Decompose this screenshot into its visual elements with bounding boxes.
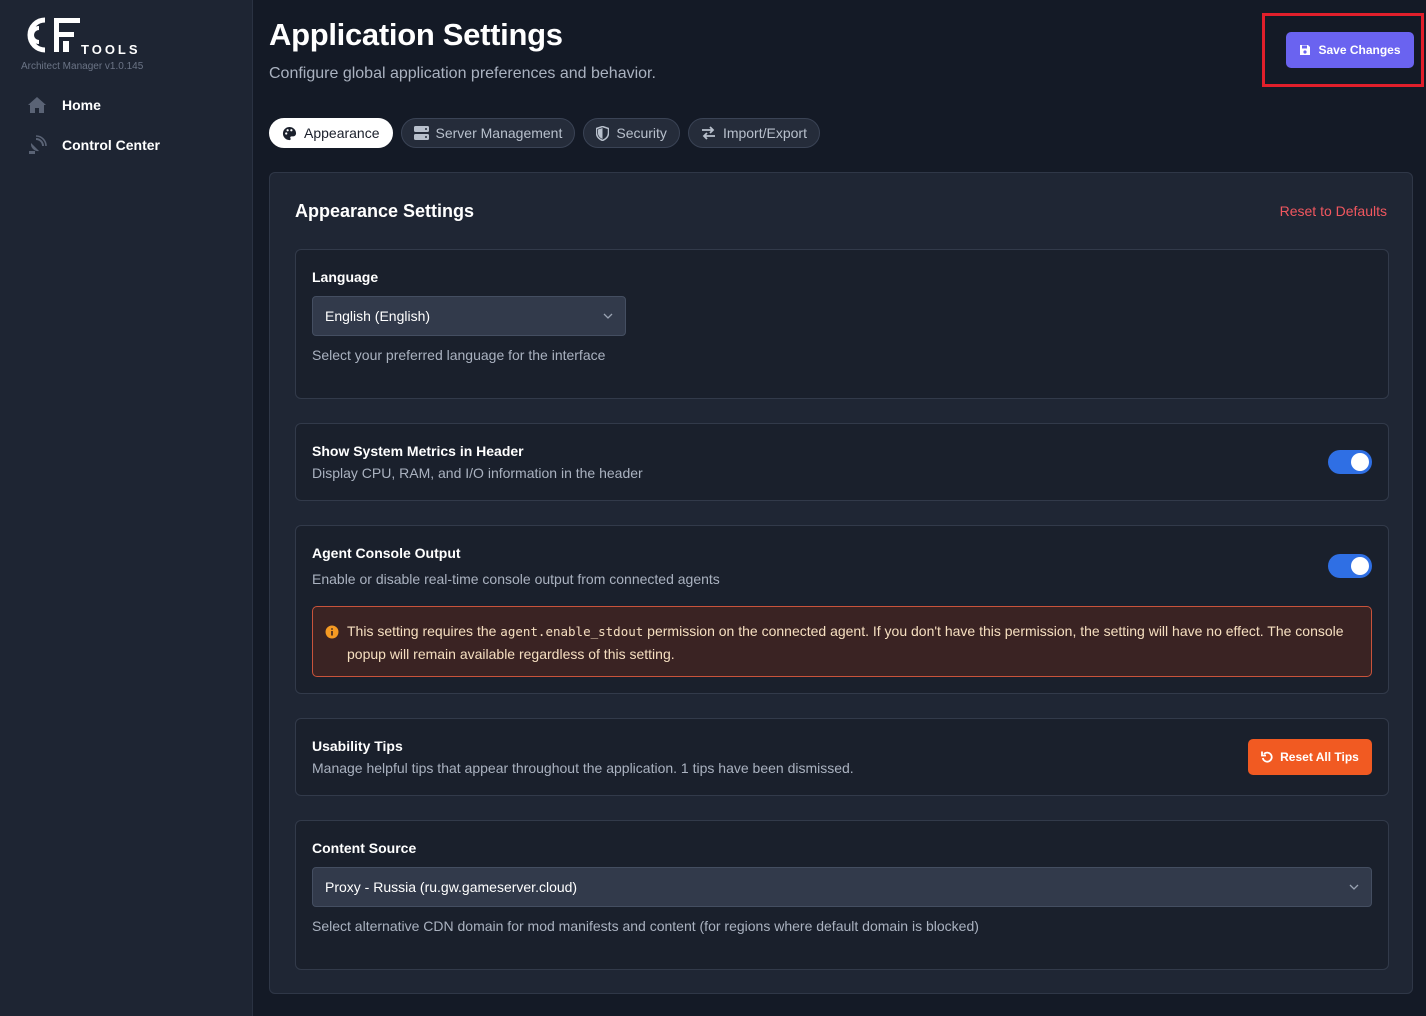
- arrows-exchange-icon: [701, 126, 715, 140]
- language-select-value: English (English): [325, 308, 431, 324]
- tips-description: Manage helpful tips that appear througho…: [312, 760, 854, 776]
- palette-icon: [282, 126, 297, 140]
- content-source-value: Proxy - Russia (ru.gw.gameserver.cloud): [325, 879, 578, 895]
- satellite-dish-icon: [26, 135, 48, 155]
- sidebar-item-home[interactable]: Home: [26, 95, 101, 115]
- metrics-description: Display CPU, RAM, and I/O information in…: [312, 465, 643, 481]
- panel-title: Appearance Settings: [295, 201, 475, 221]
- console-description: Enable or disable real-time console outp…: [312, 571, 720, 587]
- settings-tabs: Appearance Server Management Security Im…: [269, 118, 820, 148]
- reset-to-defaults-link[interactable]: Reset to Defaults: [1280, 203, 1387, 219]
- agent-console-card: Agent Console Output Enable or disable r…: [295, 525, 1389, 694]
- reset-all-tips-button[interactable]: Reset All Tips: [1248, 739, 1372, 775]
- metrics-toggle[interactable]: [1328, 450, 1372, 474]
- permission-warning: This setting requires the agent.enable_s…: [312, 606, 1372, 677]
- tips-title: Usability Tips: [312, 738, 403, 754]
- logo-text: TOOLS: [81, 42, 141, 57]
- warning-text: This setting requires the agent.enable_s…: [347, 620, 1362, 666]
- home-icon: [26, 95, 48, 115]
- metrics-title: Show System Metrics in Header: [312, 443, 524, 459]
- main-content: Application Settings Configure global ap…: [269, 0, 1413, 1016]
- tab-label: Appearance: [304, 125, 380, 141]
- sidebar-item-control-center[interactable]: Control Center: [26, 135, 160, 155]
- tab-label: Security: [616, 125, 667, 141]
- undo-icon: [1261, 751, 1273, 763]
- system-metrics-card: Show System Metrics in Header Display CP…: [295, 423, 1389, 501]
- content-source-select[interactable]: Proxy - Russia (ru.gw.gameserver.cloud): [312, 867, 1372, 907]
- chevron-down-icon: [1349, 884, 1359, 890]
- toggle-knob: [1351, 557, 1369, 575]
- toggle-knob: [1351, 453, 1369, 471]
- page-title: Application Settings: [269, 17, 563, 52]
- console-toggle[interactable]: [1328, 554, 1372, 578]
- language-title: Language: [312, 269, 379, 285]
- app-logo: TOOLS Architect Manager v1.0.145: [21, 14, 181, 72]
- console-title: Agent Console Output: [312, 545, 461, 561]
- tab-security[interactable]: Security: [583, 118, 680, 148]
- info-circle-icon: [325, 625, 339, 639]
- server-icon: [413, 126, 429, 140]
- app-version: Architect Manager v1.0.145: [21, 61, 144, 72]
- tab-label: Import/Export: [722, 125, 807, 141]
- reset-tips-label: Reset All Tips: [1280, 750, 1359, 764]
- tab-server-management[interactable]: Server Management: [400, 118, 576, 148]
- warning-text-start: This setting requires the: [347, 623, 501, 639]
- content-source-description: Select alternative CDN domain for mod ma…: [312, 918, 979, 934]
- sidebar: TOOLS Architect Manager v1.0.145 Home Co…: [0, 0, 253, 1016]
- appearance-settings-panel: Appearance Settings Reset to Defaults La…: [269, 172, 1413, 994]
- language-description: Select your preferred language for the i…: [312, 347, 606, 363]
- sidebar-item-label: Control Center: [62, 137, 160, 153]
- sidebar-item-label: Home: [62, 97, 101, 113]
- page-subtitle: Configure global application preferences…: [269, 65, 656, 82]
- language-select[interactable]: English (English): [312, 296, 626, 336]
- usability-tips-card: Usability Tips Manage helpful tips that …: [295, 718, 1389, 796]
- tab-import-export[interactable]: Import/Export: [687, 118, 820, 148]
- cf-logo-icon: [27, 17, 80, 53]
- content-source-title: Content Source: [312, 840, 417, 856]
- content-source-card: Content Source Proxy - Russia (ru.gw.gam…: [295, 820, 1389, 970]
- permission-code: agent.enable_stdout: [500, 624, 644, 639]
- tab-label: Server Management: [435, 125, 563, 141]
- tab-appearance[interactable]: Appearance: [269, 118, 393, 148]
- language-card: Language English (English) Select your p…: [295, 249, 1389, 399]
- chevron-down-icon: [603, 313, 613, 319]
- shield-icon: [596, 125, 610, 141]
